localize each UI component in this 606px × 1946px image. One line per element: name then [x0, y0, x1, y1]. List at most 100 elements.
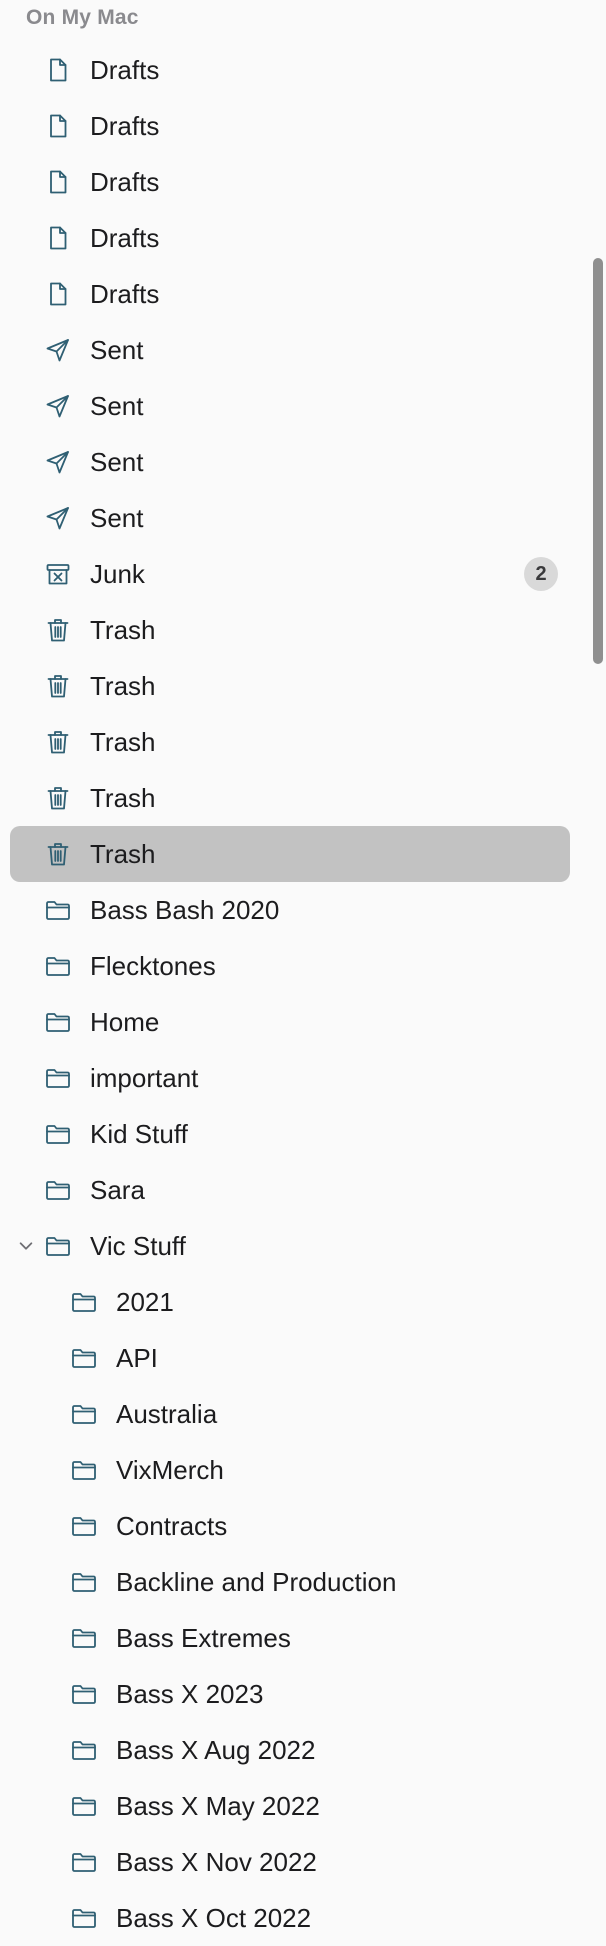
scrollbar-thumb[interactable]: [593, 258, 603, 664]
mailbox-item-sent[interactable]: Sent: [10, 378, 570, 434]
paper-plane-icon: [44, 448, 72, 476]
mailbox-item-vic-stuff[interactable]: Vic Stuff: [10, 1218, 570, 1274]
trash-icon: [44, 840, 72, 868]
paper-plane-icon: [44, 504, 72, 532]
mailbox-item-important[interactable]: important: [10, 1050, 570, 1106]
mailbox-label: Trash: [90, 615, 156, 645]
mailbox-item-contracts[interactable]: Contracts: [10, 1498, 570, 1554]
mailbox-item-sent[interactable]: Sent: [10, 490, 570, 546]
mailbox-label: Backline and Production: [116, 1567, 397, 1597]
mailbox-item-trash[interactable]: Trash: [10, 602, 570, 658]
mailbox-label: Contracts: [116, 1511, 228, 1541]
mailbox-label: Bass X 2023: [116, 1679, 264, 1709]
mailbox-item-kid-stuff[interactable]: Kid Stuff: [10, 1106, 570, 1162]
mailbox-label: Drafts: [90, 279, 160, 309]
document-icon: [44, 168, 72, 196]
mailbox-item-junk[interactable]: Junk 2: [10, 546, 570, 602]
mailbox-item-bass-bash-2020[interactable]: Bass Bash 2020: [10, 882, 570, 938]
mailbox-item-sent[interactable]: Sent: [10, 322, 570, 378]
mailbox-item-sent[interactable]: Sent: [10, 434, 570, 490]
trash-icon: [44, 672, 72, 700]
mailbox-label: Drafts: [90, 167, 160, 197]
mailbox-label: Sent: [90, 447, 144, 477]
document-icon: [44, 112, 72, 140]
mailbox-label: Junk: [90, 559, 145, 589]
mailbox-label: Bass Extremes: [116, 1623, 291, 1653]
mailbox-label: Bass X Oct 2022: [116, 1903, 312, 1933]
document-icon: [44, 280, 72, 308]
trash-icon: [44, 728, 72, 756]
mailbox-label: Bass X May 2022: [116, 1791, 320, 1821]
mailbox-item-bass-x-may-2022[interactable]: Bass X May 2022: [10, 1778, 570, 1834]
mailbox-label: Drafts: [90, 223, 160, 253]
mailbox-item-drafts[interactable]: Drafts: [10, 154, 570, 210]
trash-icon: [44, 784, 72, 812]
mailbox-label: 2021: [116, 1287, 174, 1317]
folder-icon: [44, 1120, 72, 1148]
folder-icon: [44, 896, 72, 924]
folder-icon: [44, 1008, 72, 1036]
chevron-down-icon[interactable]: [16, 1236, 36, 1256]
mailbox-item-home[interactable]: Home: [10, 994, 570, 1050]
mailbox-item-drafts[interactable]: Drafts: [10, 42, 570, 98]
mailbox-item-2021[interactable]: 2021: [10, 1274, 570, 1330]
mailbox-item-bass-x-aug-2022[interactable]: Bass X Aug 2022: [10, 1722, 570, 1778]
document-icon: [44, 56, 72, 84]
mailbox-label: API: [116, 1343, 158, 1373]
mailbox-label: important: [90, 1063, 199, 1093]
mailbox-item-trash[interactable]: Trash: [10, 658, 570, 714]
trash-icon: [44, 616, 72, 644]
mailbox-label: Trash: [90, 727, 156, 757]
mailbox-item-api[interactable]: API: [10, 1330, 570, 1386]
mailbox-label: Trash: [90, 839, 156, 869]
mailbox-sidebar: On My Mac Drafts Drafts Drafts Drafts Drafts…: [0, 0, 606, 1934]
mailbox-list: Drafts Drafts Drafts Drafts Drafts Sent Sent Se…: [0, 42, 570, 1946]
mailbox-label: Drafts: [90, 55, 160, 85]
sidebar-scrollbar[interactable]: [590, 258, 606, 664]
mailbox-item-flecktones[interactable]: Flecktones: [10, 938, 570, 994]
mailbox-item-backline-and-production[interactable]: Backline and Production: [10, 1554, 570, 1610]
mailbox-item-australia[interactable]: Australia: [10, 1386, 570, 1442]
mailbox-label: Kid Stuff: [90, 1119, 188, 1149]
mailbox-label: Bass Bash 2020: [90, 895, 280, 925]
mailbox-label: Flecktones: [90, 951, 216, 981]
mailbox-item-bass-extremes[interactable]: Bass Extremes: [10, 1610, 570, 1666]
mailbox-item-drafts[interactable]: Drafts: [10, 266, 570, 322]
folder-icon: [44, 1176, 72, 1204]
folder-icon: [70, 1568, 98, 1596]
mailbox-label: Bass X Nov 2022: [116, 1847, 317, 1877]
mailbox-item-drafts[interactable]: Drafts: [10, 98, 570, 154]
mailbox-label: Bass X Aug 2022: [116, 1735, 316, 1765]
mailbox-item-bass-x-2023[interactable]: Bass X 2023: [10, 1666, 570, 1722]
mailbox-label: Home: [90, 1007, 160, 1037]
folder-icon: [44, 1064, 72, 1092]
mailbox-item-sara[interactable]: Sara: [10, 1162, 570, 1218]
mailbox-label: Sent: [90, 335, 144, 365]
mailbox-item-vixmerch[interactable]: VixMerch: [10, 1442, 570, 1498]
section-header-on-my-mac[interactable]: On My Mac: [26, 6, 139, 30]
mailbox-item-trash[interactable]: Trash: [10, 714, 570, 770]
mailbox-label: Australia: [116, 1399, 218, 1429]
mailbox-label: Sent: [90, 503, 144, 533]
folder-icon: [70, 1904, 98, 1932]
mailbox-item-bass-x-nov-2022[interactable]: Bass X Nov 2022: [10, 1834, 570, 1890]
document-icon: [44, 224, 72, 252]
mailbox-label: Vic Stuff: [90, 1231, 186, 1261]
folder-icon: [70, 1344, 98, 1372]
mailbox-label: Sent: [90, 391, 144, 421]
folder-icon: [70, 1400, 98, 1428]
mailbox-label: VixMerch: [116, 1455, 224, 1485]
folder-icon: [70, 1792, 98, 1820]
folder-icon: [70, 1680, 98, 1708]
mailbox-item-drafts[interactable]: Drafts: [10, 210, 570, 266]
folder-icon: [44, 1232, 72, 1260]
mailbox-item-bass-x-oct-2022[interactable]: Bass X Oct 2022: [10, 1890, 570, 1946]
paper-plane-icon: [44, 336, 72, 364]
mailbox-item-trash[interactable]: Trash: [10, 826, 570, 882]
mailbox-label: Sara: [90, 1175, 145, 1205]
mailbox-label: Trash: [90, 783, 156, 813]
folder-icon: [70, 1848, 98, 1876]
mailbox-label: Trash: [90, 671, 156, 701]
folder-icon: [70, 1624, 98, 1652]
mailbox-item-trash[interactable]: Trash: [10, 770, 570, 826]
